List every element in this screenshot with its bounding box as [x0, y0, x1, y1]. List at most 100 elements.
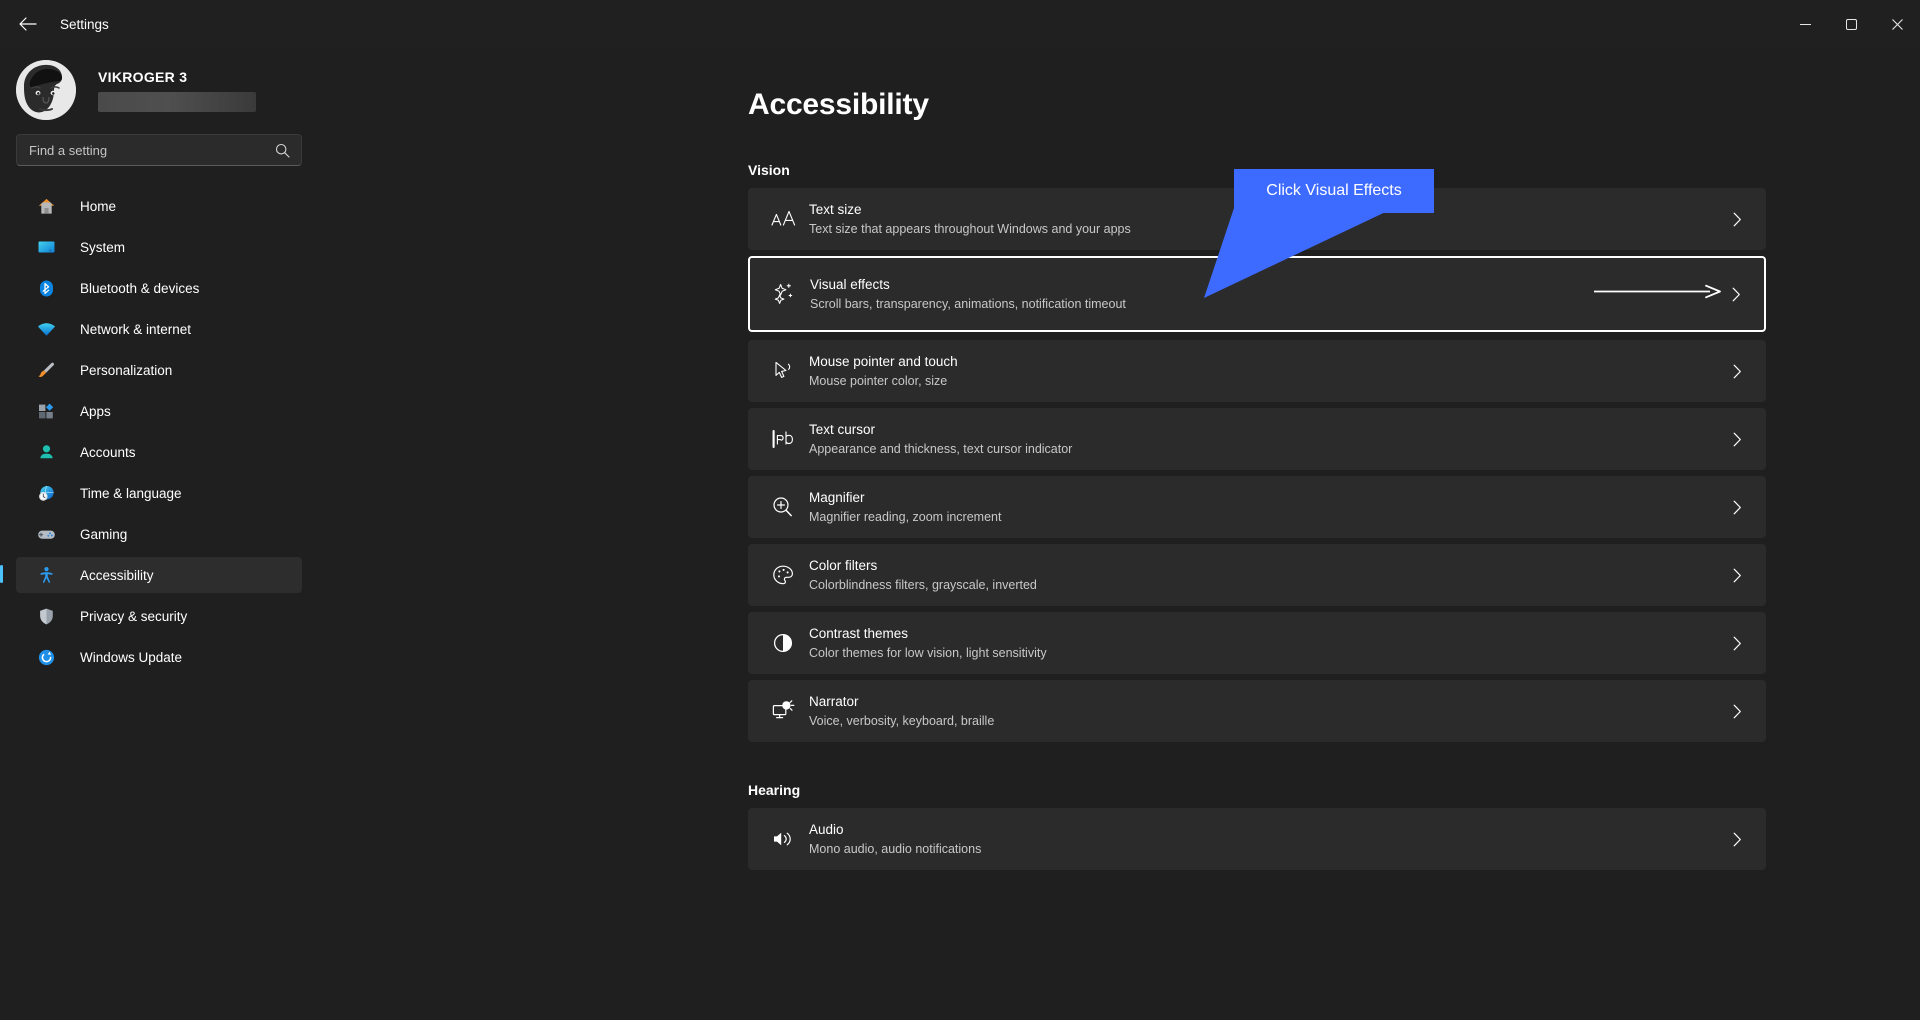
- annotation-arrow-icon: [1594, 284, 1722, 305]
- account-icon: [36, 442, 56, 462]
- text-cursor-icon: [761, 427, 805, 451]
- sidebar-item-label: System: [80, 239, 126, 255]
- setting-row-contrast-themes[interactable]: Contrast themes Color themes for low vis…: [748, 612, 1766, 674]
- setting-subtitle: Color themes for low vision, light sensi…: [809, 645, 1047, 660]
- account-text: VIKROGER 3: [98, 69, 256, 112]
- setting-row-text: Text cursor Appearance and thickness, te…: [809, 421, 1727, 458]
- home-icon: [36, 196, 56, 216]
- system-icon: [36, 237, 56, 257]
- callout-tail-icon: [1204, 208, 1394, 298]
- setting-title: Text cursor: [809, 421, 876, 437]
- sidebar-item-label: Privacy & security: [80, 608, 188, 624]
- brush-icon: [36, 360, 56, 380]
- clock-globe-icon: [36, 483, 56, 503]
- chevron-right-icon: [1727, 432, 1747, 447]
- maximize-button[interactable]: [1828, 0, 1874, 48]
- window-controls: [1782, 0, 1920, 48]
- magnifier-icon: [761, 495, 805, 519]
- apps-icon: [36, 401, 56, 421]
- setting-title: Audio: [809, 821, 844, 837]
- setting-title: Magnifier: [809, 489, 865, 505]
- chevron-right-icon: [1727, 500, 1747, 515]
- setting-title: Narrator: [809, 693, 859, 709]
- sidebar-item-label: Personalization: [80, 362, 173, 378]
- sidebar-nav: Home System Bluetooth & devices Network …: [0, 188, 320, 675]
- accessibility-icon: [36, 565, 56, 585]
- setting-title: Color filters: [809, 557, 878, 573]
- chevron-right-icon: [1727, 636, 1747, 651]
- setting-subtitle: Colorblindness filters, grayscale, inver…: [809, 577, 1037, 592]
- chevron-right-icon: [1726, 287, 1746, 302]
- color-filters-icon: [761, 563, 805, 587]
- back-arrow-icon: [19, 17, 37, 31]
- shield-icon: [36, 606, 56, 626]
- sidebar-item-label: Time & language: [80, 485, 182, 501]
- sidebar-item-accessibility[interactable]: Accessibility: [0, 557, 302, 593]
- setting-subtitle: Mouse pointer color, size: [809, 373, 948, 388]
- title-bar: Settings: [0, 0, 1920, 48]
- sidebar-item-home[interactable]: Home: [16, 188, 302, 224]
- sidebar-item-label: Apps: [80, 403, 111, 419]
- account-name: VIKROGER 3: [98, 68, 188, 85]
- maximize-icon: [1845, 18, 1857, 30]
- setting-row-magnifier[interactable]: Magnifier Magnifier reading, zoom increm…: [748, 476, 1766, 538]
- setting-row-color-filters[interactable]: Color filters Colorblindness filters, gr…: [748, 544, 1766, 606]
- app-title: Settings: [60, 16, 109, 32]
- avatar-photo-icon: [16, 60, 76, 120]
- setting-row-text: Audio Mono audio, audio notifications: [809, 821, 1727, 858]
- update-icon: [36, 647, 56, 667]
- setting-row-text: Contrast themes Color themes for low vis…: [809, 625, 1727, 662]
- sidebar-item-windows-update[interactable]: Windows Update: [16, 639, 302, 675]
- sidebar-item-label: Network & internet: [80, 321, 192, 337]
- account-email-redacted: [98, 91, 256, 112]
- search-input[interactable]: [29, 142, 275, 158]
- visual-effects-icon: [762, 282, 806, 306]
- sidebar-item-privacy-security[interactable]: Privacy & security: [16, 598, 302, 634]
- sidebar-item-network-internet[interactable]: Network & internet: [16, 311, 302, 347]
- sidebar-item-label: Home: [80, 198, 117, 214]
- chevron-right-icon: [1727, 832, 1747, 847]
- annotation-callout: Click Visual Effects: [1234, 169, 1434, 213]
- account-block[interactable]: VIKROGER 3: [0, 48, 320, 134]
- sidebar-item-label: Bluetooth & devices: [80, 280, 200, 296]
- setting-row-mouse-pointer-and-touch[interactable]: Mouse pointer and touch Mouse pointer co…: [748, 340, 1766, 402]
- setting-title: Contrast themes: [809, 625, 909, 641]
- sidebar-item-label: Gaming: [80, 526, 128, 542]
- setting-row-text-cursor[interactable]: Text cursor Appearance and thickness, te…: [748, 408, 1766, 470]
- sidebar-item-gaming[interactable]: Gaming: [16, 516, 302, 552]
- contrast-icon: [761, 631, 805, 655]
- close-button[interactable]: [1874, 0, 1920, 48]
- setting-subtitle: Voice, verbosity, keyboard, braille: [809, 713, 995, 728]
- main-content: Accessibility Vision Text size Text size…: [320, 48, 1920, 1020]
- chevron-right-icon: [1727, 704, 1747, 719]
- setting-row-text: Color filters Colorblindness filters, gr…: [809, 557, 1727, 594]
- avatar: [16, 60, 76, 120]
- network-icon: [36, 319, 56, 339]
- annotation-callout-text: Click Visual Effects: [1266, 182, 1402, 199]
- setting-row-audio[interactable]: Audio Mono audio, audio notifications: [748, 808, 1766, 870]
- search-wrapper: [0, 134, 320, 166]
- minimize-button[interactable]: [1782, 0, 1828, 48]
- chevron-right-icon: [1727, 212, 1747, 227]
- mouse-pointer-icon: [761, 359, 805, 383]
- chevron-right-icon: [1727, 364, 1747, 379]
- search-icon[interactable]: [275, 143, 291, 158]
- close-icon: [1891, 18, 1903, 30]
- settings-scroll-region: Accessibility Vision Text size Text size…: [320, 48, 1920, 1020]
- setting-row-narrator[interactable]: Narrator Voice, verbosity, keyboard, bra…: [748, 680, 1766, 742]
- back-button[interactable]: [8, 8, 48, 40]
- setting-subtitle: Appearance and thickness, text cursor in…: [809, 441, 1073, 456]
- page-title: Accessibility: [748, 88, 929, 121]
- sidebar-item-personalization[interactable]: Personalization: [16, 352, 302, 388]
- sidebar-item-apps[interactable]: Apps: [16, 393, 302, 429]
- sidebar-item-bluetooth-devices[interactable]: Bluetooth & devices: [16, 270, 302, 306]
- setting-subtitle: Magnifier reading, zoom increment: [809, 509, 1002, 524]
- setting-row-text: Mouse pointer and touch Mouse pointer co…: [809, 353, 1727, 390]
- audio-icon: [761, 827, 805, 851]
- sidebar-item-label: Accounts: [80, 444, 136, 460]
- setting-row-text: Magnifier Magnifier reading, zoom increm…: [809, 489, 1727, 526]
- sidebar-item-time-language[interactable]: Time & language: [16, 475, 302, 511]
- sidebar-item-system[interactable]: System: [16, 229, 302, 265]
- search-box[interactable]: [16, 134, 302, 166]
- sidebar-item-accounts[interactable]: Accounts: [16, 434, 302, 470]
